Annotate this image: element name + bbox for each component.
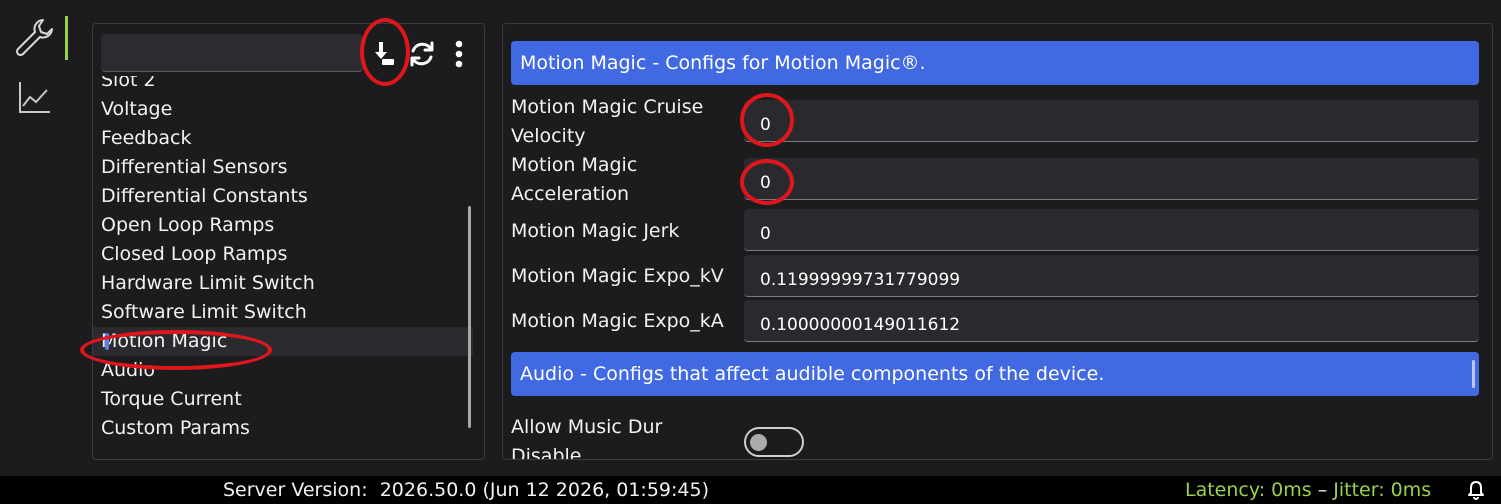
field-label-jerk: Motion Magic Jerk (511, 220, 680, 242)
cruise-velocity-input[interactable] (744, 100, 1479, 142)
refresh-button[interactable] (406, 38, 438, 70)
app-window: Slot 2 Voltage Feedback Differential Sen… (0, 0, 1501, 476)
field-label-expo-ka: Motion Magic Expo_kA (511, 310, 724, 332)
list-item-slot-2[interactable]: Slot 2 (93, 76, 473, 95)
latency-jitter: Latency: 0ms – Jitter: 0ms (1185, 479, 1432, 501)
download-button[interactable] (368, 38, 400, 70)
allow-music-toggle[interactable] (744, 427, 804, 457)
list-item-voltage[interactable]: Voltage (93, 95, 473, 124)
status-bar: Server Version: 2026.50.0 (Jun 12 2026, … (0, 476, 1501, 504)
list-item-label: Motion Magic (101, 330, 228, 352)
section-header-audio[interactable]: Audio - Configs that affect audible comp… (511, 352, 1479, 396)
list-item-feedback[interactable]: Feedback (93, 124, 473, 153)
jerk-input[interactable] (744, 209, 1479, 251)
list-item-differential-sensors[interactable]: Differential Sensors (93, 153, 473, 182)
line-chart-icon (19, 82, 50, 113)
list-item-closed-loop-ramps[interactable]: Closed Loop Ramps (93, 240, 473, 269)
toggle-knob (750, 434, 767, 451)
wrench-icon (15, 19, 53, 57)
section-header-label: Motion Magic - Configs for Motion Magic®… (520, 52, 926, 74)
download-icon (375, 42, 394, 65)
list-item-software-limit-switch[interactable]: Software Limit Switch (93, 298, 473, 327)
field-label-cruise-velocity: Motion Magic Cruise Velocity (511, 96, 704, 147)
config-group-list: Slot 2 Voltage Feedback Differential Sen… (93, 76, 473, 459)
config-detail-panel: Motion Magic - Configs for Motion Magic®… (502, 23, 1493, 460)
field-label-allow-music: Allow Music Dur Disable (511, 416, 663, 460)
list-item-hardware-limit-switch[interactable]: Hardware Limit Switch (93, 269, 473, 298)
list-item-audio[interactable]: Audio (93, 356, 473, 385)
refresh-icon (410, 41, 434, 67)
selection-indicator (105, 333, 109, 350)
list-item-torque-current[interactable]: Torque Current (93, 385, 473, 414)
bell-icon[interactable] (1465, 479, 1487, 501)
list-item-motion-magic[interactable]: Motion Magic (93, 327, 473, 356)
rail-plot-button[interactable] (10, 74, 60, 120)
list-item-custom-params[interactable]: Custom Params (93, 414, 473, 443)
list-item-open-loop-ramps[interactable]: Open Loop Ramps (93, 211, 473, 240)
acceleration-input[interactable] (744, 158, 1479, 200)
section-header-motion-magic[interactable]: Motion Magic - Configs for Motion Magic®… (511, 41, 1479, 85)
expo-ka-input[interactable] (744, 300, 1479, 342)
field-label-acceleration: Motion Magic Acceleration (511, 154, 638, 205)
section-scrollbar[interactable] (1472, 360, 1475, 388)
list-item-differential-constants[interactable]: Differential Constants (93, 182, 473, 211)
more-vertical-icon (455, 40, 463, 68)
config-groups-panel: Slot 2 Voltage Feedback Differential Sen… (92, 23, 485, 460)
more-options-button[interactable] (443, 38, 475, 70)
search-input[interactable] (101, 34, 363, 72)
section-header-label: Audio - Configs that affect audible comp… (520, 363, 1105, 385)
rail-config-button[interactable] (10, 14, 60, 60)
server-version: Server Version: 2026.50.0 (Jun 12 2026, … (223, 479, 709, 501)
field-label-expo-kv: Motion Magic Expo_kV (511, 265, 724, 287)
nav-rail (0, 0, 76, 476)
rail-active-indicator (65, 16, 68, 60)
list-scrollbar[interactable] (468, 206, 471, 428)
expo-kv-input[interactable] (744, 255, 1479, 297)
